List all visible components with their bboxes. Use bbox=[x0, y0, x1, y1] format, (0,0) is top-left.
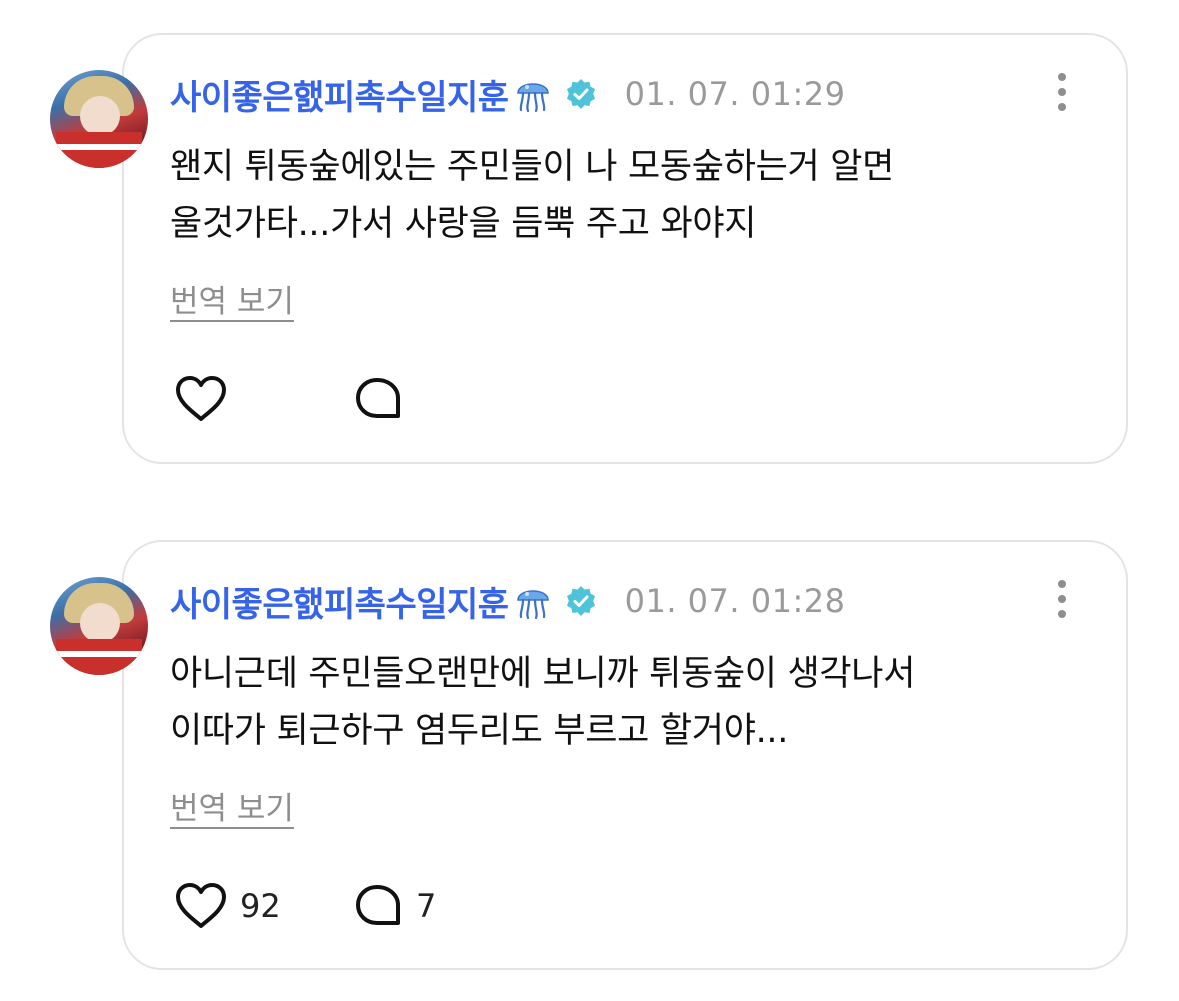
post-header: 사이좋은햀피촉수일지훈 01. 07. 01:29 bbox=[170, 70, 846, 119]
post-actions bbox=[174, 375, 416, 423]
heart-icon bbox=[176, 883, 226, 928]
more-options-icon[interactable] bbox=[1054, 73, 1070, 117]
avatar[interactable] bbox=[50, 70, 148, 168]
heart-icon bbox=[176, 376, 226, 421]
post-header: 사이좋은햀피촉수일지훈 01. 07. 01:28 bbox=[170, 577, 846, 626]
more-options-icon[interactable] bbox=[1054, 580, 1070, 624]
post-card[interactable]: 사이좋은햀피촉수일지훈 01. 07. 01:29 왠지 튀동숲에있는 주민들이… bbox=[50, 33, 1128, 464]
timestamp: 01. 07. 01:28 bbox=[624, 582, 846, 620]
reply-button[interactable]: 7 bbox=[354, 882, 436, 930]
post-text: 왠지 튀동숲에있는 주민들이 나 모동숲하는거 알면 울것가타...가서 사랑을… bbox=[170, 139, 1090, 253]
timestamp: 01. 07. 01:29 bbox=[624, 75, 846, 113]
reply-button[interactable] bbox=[354, 375, 416, 423]
see-translation-link[interactable]: 번역 보기 bbox=[170, 783, 294, 828]
username[interactable]: 사이좋은햀피촉수일지훈 bbox=[170, 70, 509, 119]
post-text-line: 아니근데 주민들오랜만에 보니까 튀동숲이 생각나서 bbox=[170, 654, 916, 694]
jellyfish-icon bbox=[515, 75, 551, 113]
post-actions: 92 7 bbox=[174, 882, 436, 930]
post-card[interactable]: 사이좋은햀피촉수일지훈 01. 07. 01:28 아니근데 주민들오랜만에 보… bbox=[50, 540, 1128, 970]
like-button[interactable]: 92 bbox=[174, 882, 354, 930]
comment-bubble-icon bbox=[356, 378, 400, 418]
reply-count: 7 bbox=[416, 887, 437, 925]
post-text-line: 울것가타...가서 사랑을 듬뿍 주고 와야지 bbox=[170, 204, 757, 244]
verified-badge-icon bbox=[565, 585, 597, 617]
like-button[interactable] bbox=[174, 375, 354, 423]
post-text-line: 이따가 퇴근하구 염두리도 부르고 할거야... bbox=[170, 711, 789, 751]
see-translation-link[interactable]: 번역 보기 bbox=[170, 276, 294, 321]
post-text: 아니근데 주민들오랜만에 보니까 튀동숲이 생각나서 이따가 퇴근하구 염두리도… bbox=[170, 646, 1090, 760]
comment-bubble-icon bbox=[356, 885, 400, 925]
jellyfish-icon bbox=[515, 582, 551, 620]
username[interactable]: 사이좋은햀피촉수일지훈 bbox=[170, 577, 509, 626]
avatar[interactable] bbox=[50, 577, 148, 675]
post-text-line: 왠지 튀동숲에있는 주민들이 나 모동숲하는거 알면 bbox=[170, 147, 895, 187]
verified-badge-icon bbox=[565, 78, 597, 110]
like-count: 92 bbox=[240, 887, 281, 925]
